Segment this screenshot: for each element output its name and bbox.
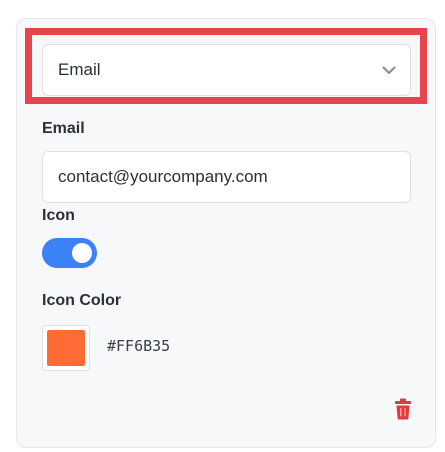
link-type-select-value: Email (58, 60, 101, 79)
delete-button[interactable] (393, 398, 413, 420)
trash-icon (395, 398, 411, 420)
icon-toggle-knob (72, 243, 92, 263)
email-label: Email (42, 120, 85, 137)
icon-color-picker[interactable] (42, 325, 90, 371)
link-type-select[interactable]: Email (42, 44, 411, 96)
icon-color-label: Icon Color (42, 292, 122, 309)
color-swatch (47, 330, 85, 366)
chevron-down-icon (382, 63, 396, 77)
icon-toggle[interactable] (42, 238, 97, 268)
icon-color-hex: #FF6B35 (107, 337, 171, 355)
email-field[interactable] (42, 151, 411, 203)
icon-label: Icon (42, 207, 75, 224)
